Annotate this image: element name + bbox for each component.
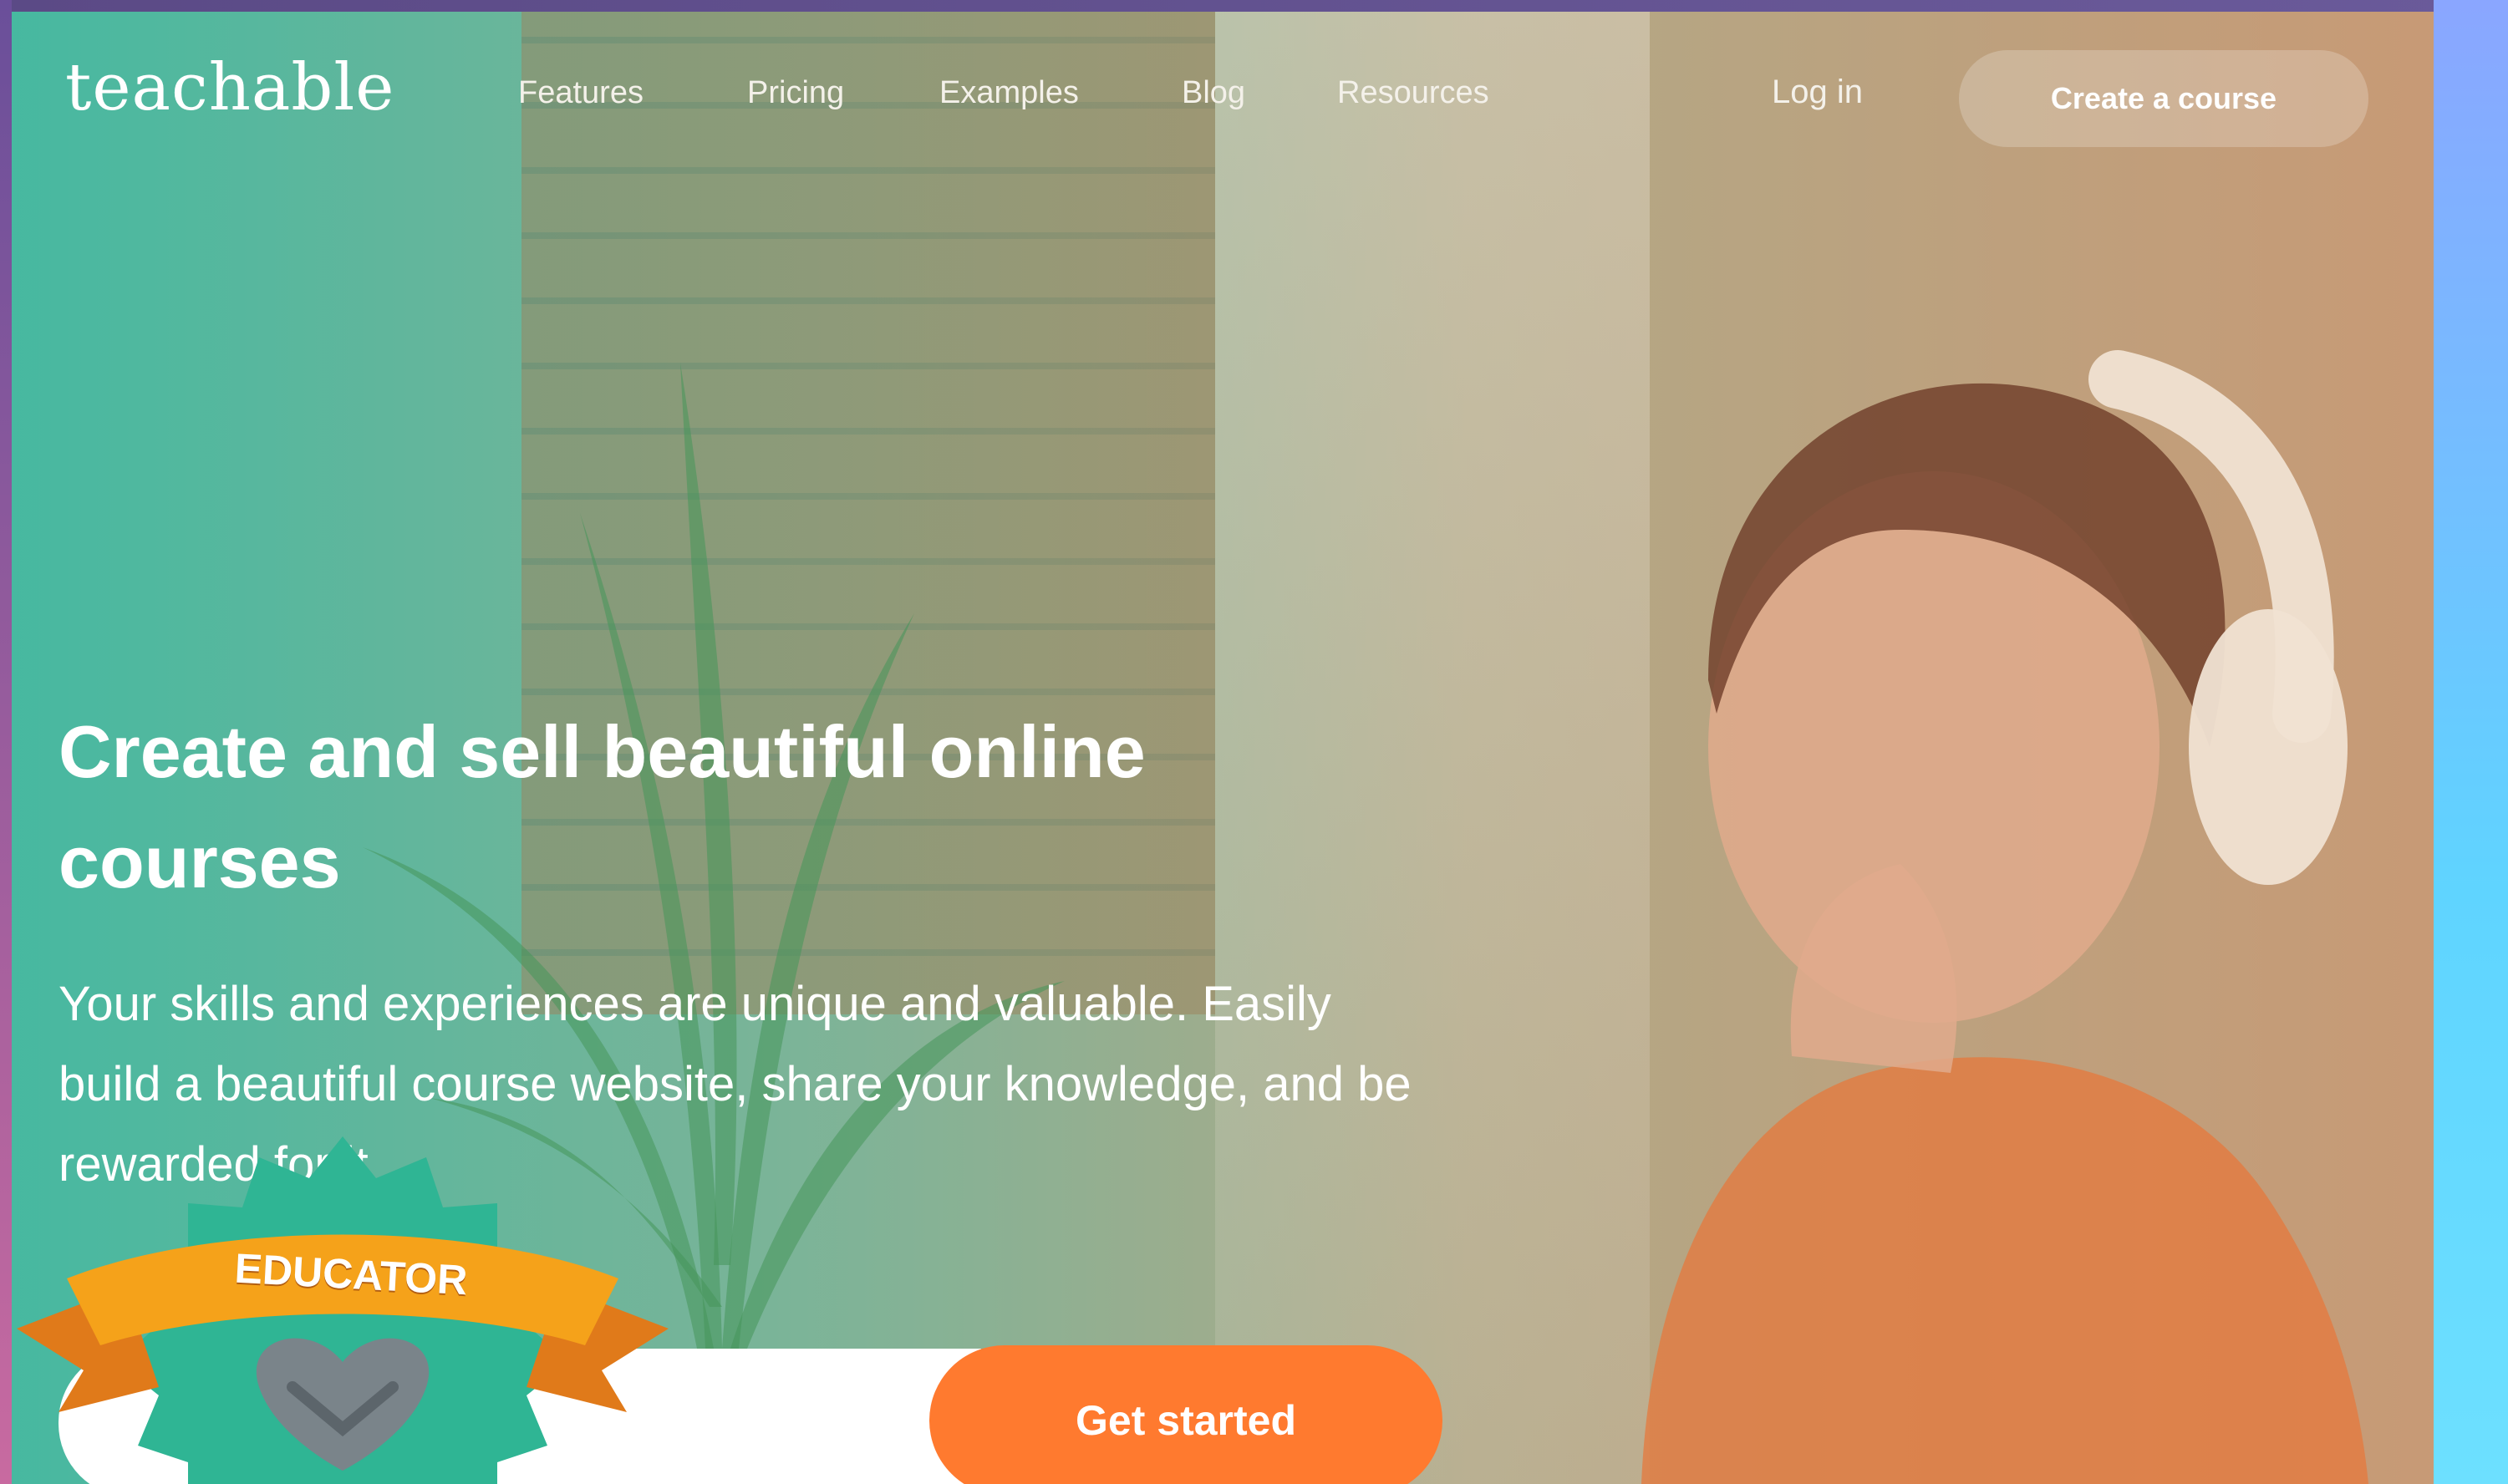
right-border: [2434, 0, 2508, 1484]
top-navigation: teachable Features Pricing Examples Blog…: [12, 12, 2434, 154]
nav-link-resources[interactable]: Resources: [1337, 75, 1489, 111]
nav-link-blog[interactable]: Blog: [1182, 75, 1245, 111]
nav-link-examples[interactable]: Examples: [939, 75, 1079, 111]
nav-link-features[interactable]: Features: [518, 75, 644, 111]
get-started-button[interactable]: Get started: [929, 1345, 1442, 1484]
hero-headline: Create and sell beautiful online courses: [59, 710, 1146, 903]
login-link[interactable]: Log in: [1772, 74, 1863, 111]
teachable-logo[interactable]: teachable: [65, 50, 394, 125]
nav-link-pricing[interactable]: Pricing: [747, 75, 844, 111]
woman-with-headphones-photo: [1641, 350, 2368, 1484]
top-border: [0, 0, 2508, 12]
create-course-button[interactable]: Create a course: [1959, 50, 2368, 147]
